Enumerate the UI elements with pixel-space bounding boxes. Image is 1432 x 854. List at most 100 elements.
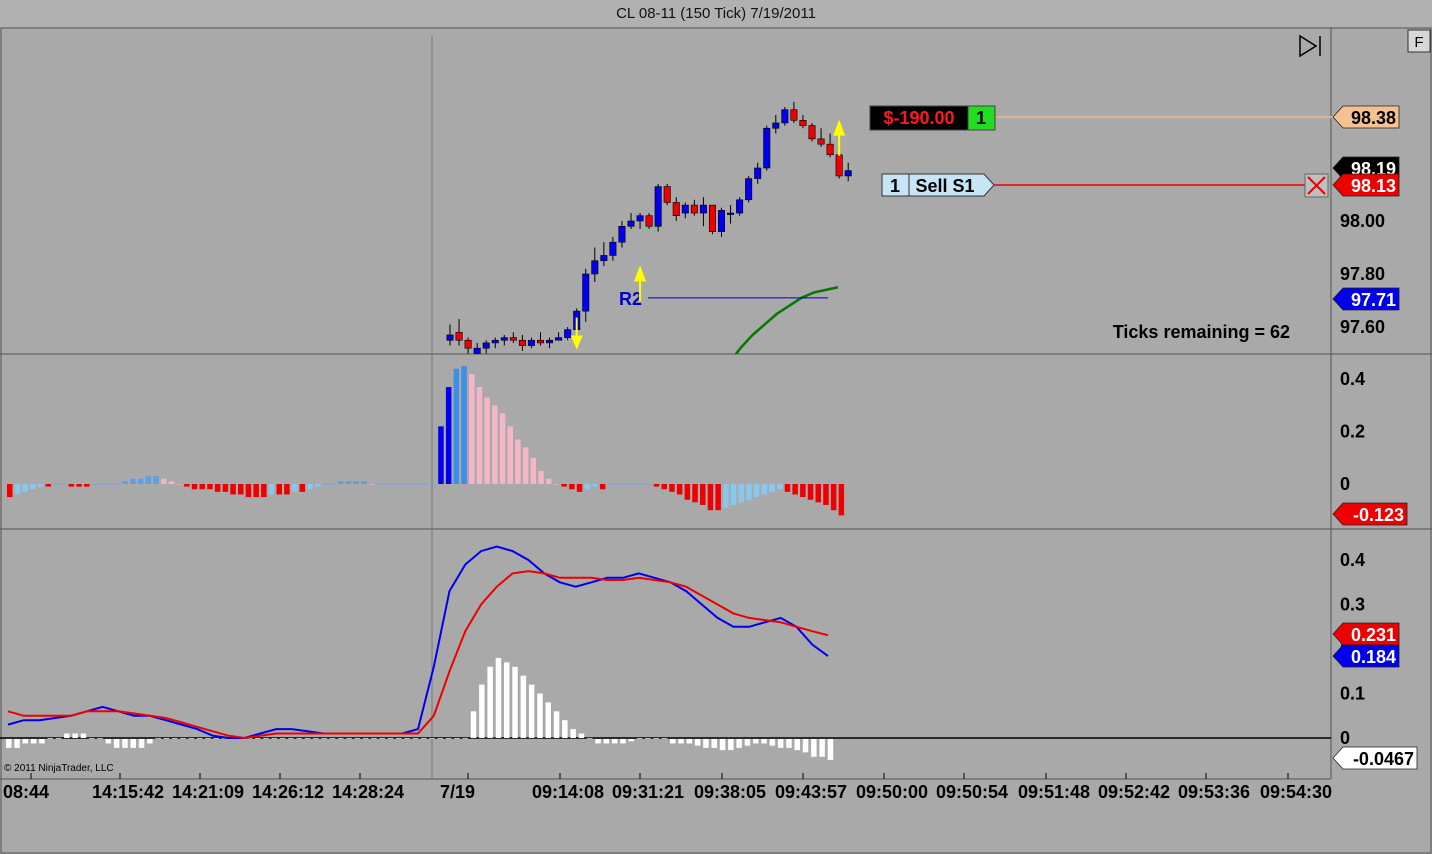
histogram-bar — [738, 484, 744, 503]
histogram-bar — [638, 484, 644, 485]
skip-to-end-icon[interactable] — [1299, 34, 1321, 58]
macd-histogram-bar — [603, 739, 610, 744]
macd-histogram-bar — [537, 693, 543, 738]
histogram-bar — [430, 484, 436, 485]
histogram-bar — [130, 478, 136, 484]
histogram-bar — [746, 484, 752, 500]
histogram-bar — [30, 484, 36, 490]
histogram-bar — [630, 484, 637, 485]
candle — [663, 186, 671, 203]
histogram-bar — [684, 484, 691, 500]
candle — [446, 334, 454, 341]
histogram-bar — [761, 484, 768, 495]
macd-tick: 0.4 — [1340, 550, 1365, 570]
macd-histogram-bar — [653, 738, 659, 739]
histogram-bar — [307, 484, 313, 490]
histogram-bar — [484, 397, 490, 484]
window-title: CL 08-11 (150 Tick) 7/19/2011 — [0, 0, 1432, 27]
price-tick: 97.80 — [1340, 264, 1385, 284]
histogram-bar — [14, 484, 21, 495]
time-label: 09:14:08 — [532, 782, 604, 802]
macd-histogram-bar — [122, 739, 128, 748]
candle — [645, 215, 653, 227]
macd-histogram-bar — [346, 738, 352, 739]
macd-histogram-bar — [304, 738, 311, 739]
macd-histogram-bar — [678, 739, 684, 744]
macd-histogram-bar — [487, 666, 493, 738]
time-label: 09:38:05 — [694, 782, 766, 802]
macd-histogram-bar — [22, 739, 29, 744]
macd-histogram-bar — [645, 738, 651, 739]
time-label: 09:31:21 — [612, 782, 684, 802]
macd-histogram-bar — [279, 738, 286, 739]
histogram-bar — [284, 484, 290, 495]
time-label: 09:51:48 — [1018, 782, 1090, 802]
price-tag: 97.71 — [1351, 290, 1396, 310]
histogram-bar — [476, 387, 483, 484]
macd-histogram-bar — [504, 662, 510, 738]
position-qty: 1 — [976, 108, 986, 128]
macd-histogram-bar — [587, 738, 593, 739]
macd-histogram-bar — [180, 738, 186, 739]
macd-histogram-bar — [113, 739, 120, 748]
candle — [555, 337, 563, 341]
macd-histogram-bar — [80, 733, 87, 738]
chart-canvas[interactable]: R298.0097.8097.60 0.40.20 0.40.30.20.10 … — [0, 27, 1432, 854]
macd-histogram-bar — [628, 739, 634, 742]
candle — [546, 339, 554, 344]
time-label: 14:28:24 — [332, 782, 404, 802]
candle — [654, 186, 662, 227]
price-tag: 98.13 — [1351, 176, 1396, 196]
macd-histogram-bar — [263, 738, 269, 739]
macd-histogram-bar — [520, 675, 527, 738]
histogram-bar — [322, 484, 329, 485]
macd-histogram-bar — [802, 739, 809, 753]
macd-histogram-bar — [703, 739, 709, 748]
histogram-bar — [692, 484, 698, 503]
macd-histogram-bar — [30, 739, 37, 744]
macd-histogram-bar — [769, 739, 776, 746]
histogram-bar — [222, 484, 229, 492]
histogram-bar — [830, 484, 837, 511]
histogram-bar — [84, 484, 90, 487]
histogram-bar — [800, 484, 806, 498]
histogram-bar — [153, 476, 159, 484]
histogram-bar — [253, 484, 259, 498]
candle — [699, 204, 707, 214]
macd-line — [7, 545, 829, 739]
histogram-bar — [653, 484, 660, 487]
time-label: 09:54:30 — [1260, 782, 1332, 802]
f-button[interactable]: F — [1407, 29, 1431, 53]
candle — [518, 339, 526, 346]
macd-histogram-bar — [437, 738, 444, 739]
histogram-bar — [561, 484, 567, 487]
chart-frame[interactable]: R298.0097.8097.60 0.40.20 0.40.30.20.10 … — [0, 27, 1432, 854]
candle — [564, 329, 572, 338]
macd-histogram-bar — [72, 733, 78, 738]
histogram-last-tag: -0.123 — [1353, 505, 1404, 525]
cancel-order-icon[interactable] — [1304, 173, 1329, 198]
candle — [799, 120, 807, 126]
histogram-bar — [368, 484, 375, 485]
histogram-bar — [384, 484, 390, 485]
histogram-bar — [68, 484, 75, 487]
macd-histogram-bar — [578, 733, 585, 738]
sell-order-box[interactable]: 1 Sell S1 — [881, 173, 1305, 197]
candle — [681, 204, 689, 214]
histogram-bar — [207, 484, 213, 490]
histogram-bar — [137, 478, 144, 484]
candle — [473, 347, 481, 354]
position-pnl: $-190.00 — [883, 108, 954, 128]
macd-histogram-bar — [64, 733, 70, 738]
histogram-bar — [45, 484, 51, 487]
histogram-bar — [191, 484, 198, 490]
macd-histogram-bar — [528, 684, 535, 738]
position-box[interactable]: $-190.00 1 — [869, 105, 1333, 131]
macd-histogram-bar — [462, 738, 468, 739]
histogram-bar — [769, 484, 775, 492]
histogram-bar — [276, 484, 282, 495]
macd-histogram-bar — [479, 684, 485, 738]
histogram-bar — [345, 481, 352, 484]
macd-histogram-bar — [196, 738, 203, 739]
macd-histogram-bar — [313, 738, 319, 739]
